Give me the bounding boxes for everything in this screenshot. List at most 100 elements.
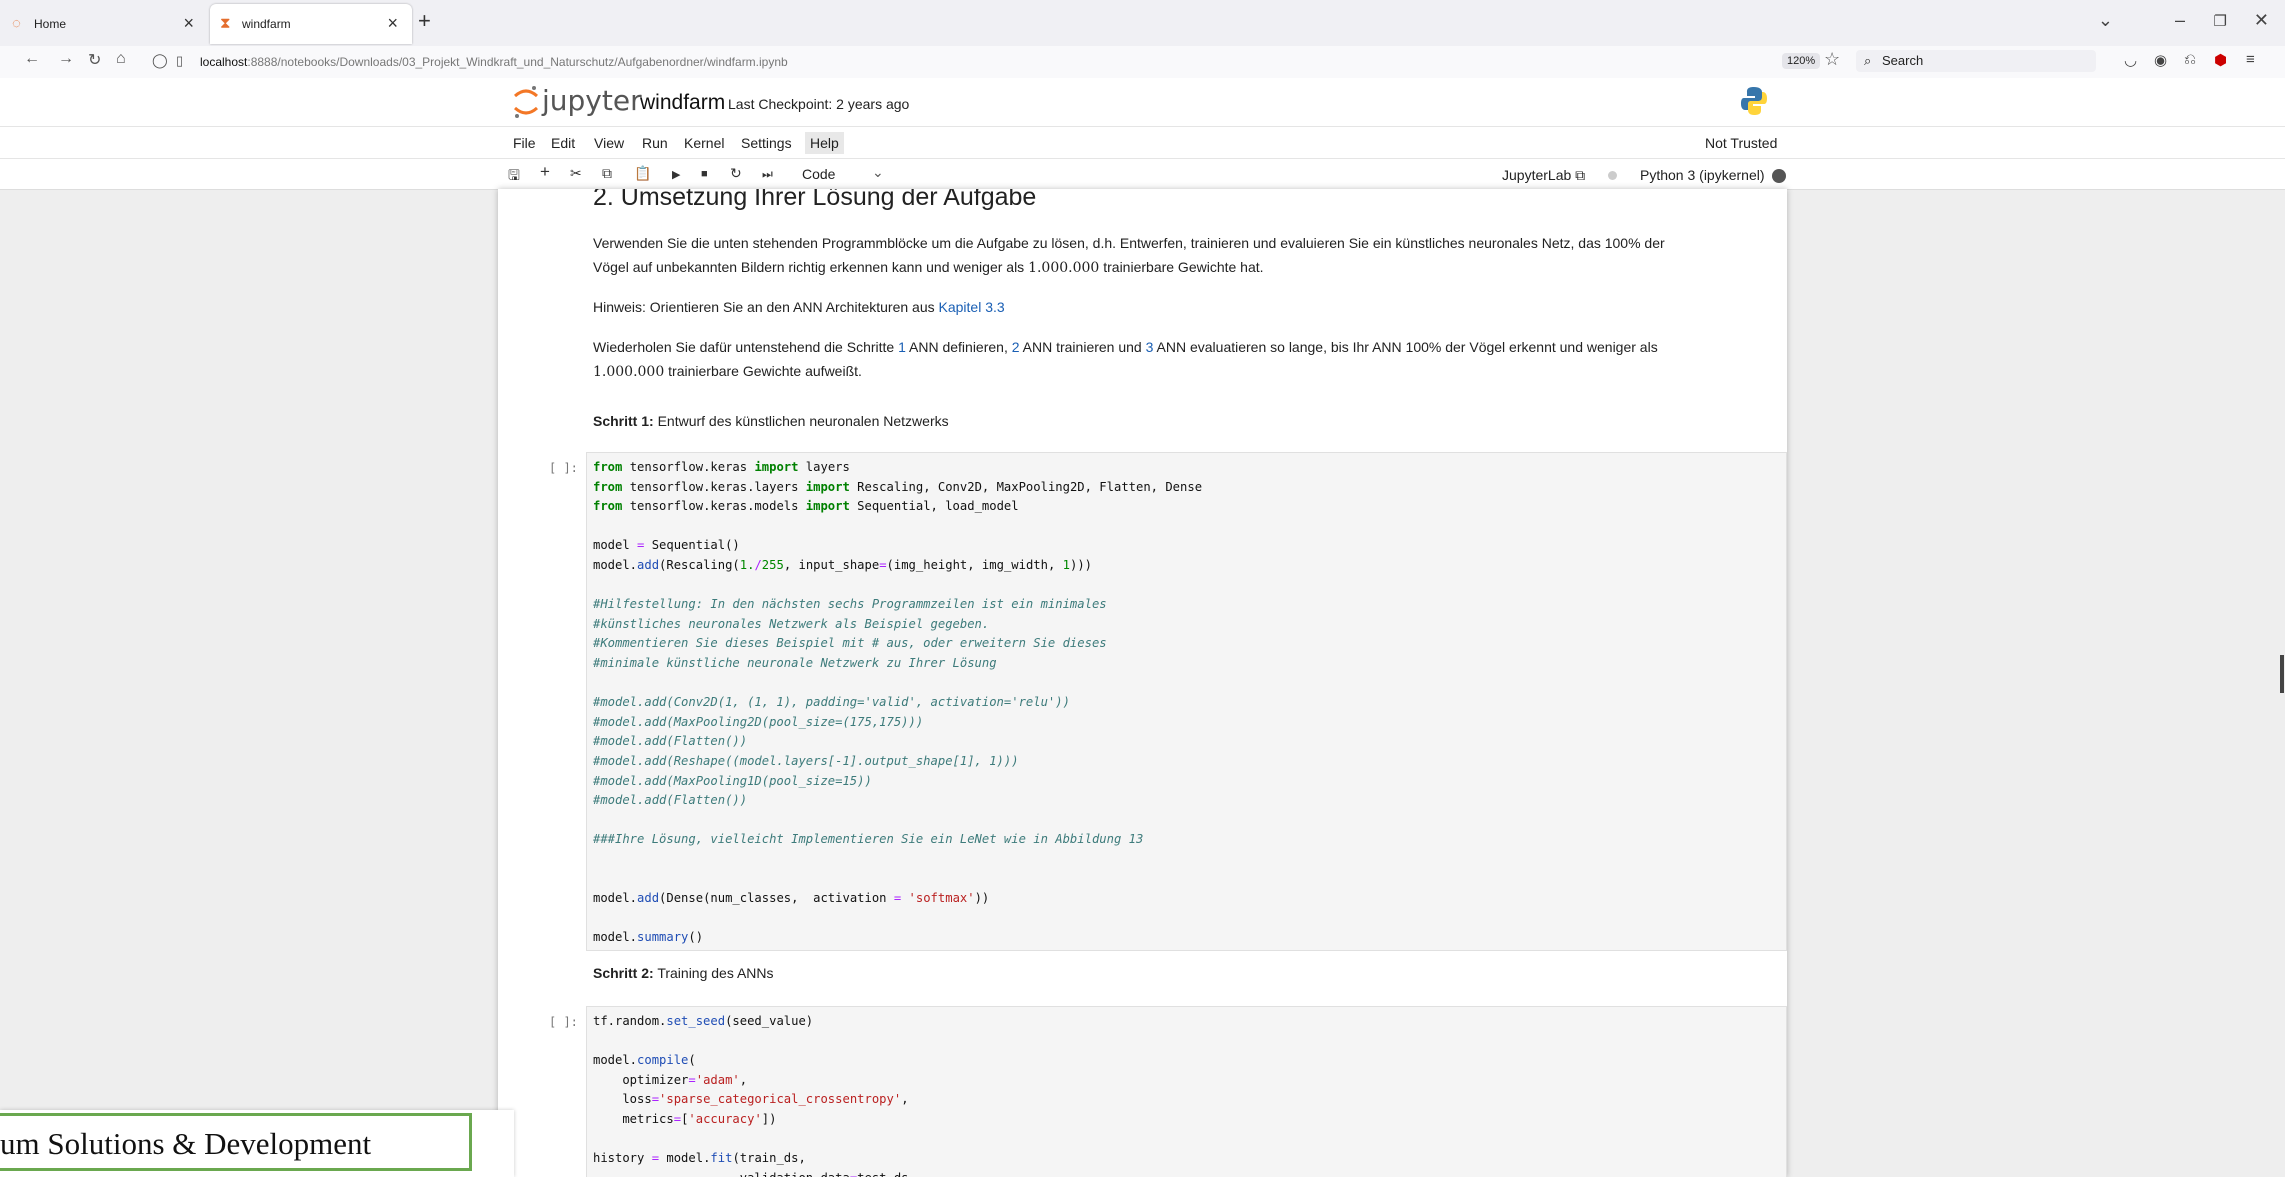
save-icon[interactable]: 🖫 [508, 165, 520, 189]
weight-limit: 1.000.000 [1028, 260, 1100, 276]
weight-limit: 1.000.000 [593, 364, 665, 380]
menu-bar: File Edit View Run Kernel Settings Help … [0, 126, 2285, 159]
list-all-tabs-icon[interactable]: ⌄ [2098, 10, 2113, 31]
trust-status[interactable]: Not Trusted [1705, 135, 1777, 151]
text: trainierbare Gewichte hat. [1099, 259, 1264, 275]
chevron-down-icon[interactable]: ⌄ [872, 164, 884, 181]
menu-run[interactable]: Run [642, 135, 668, 151]
add-cell-icon[interactable]: + [540, 162, 550, 182]
text: Vögel auf unbekannten Bildern richtig er… [593, 259, 1029, 275]
close-tab-icon[interactable]: × [387, 13, 398, 34]
notebook-toolbar: 🖫 + ✂ ⧉ 📋 ▶ ■ ↻ ⏭ Code ⌄ JupyterLab ⧉ Py… [0, 158, 2285, 189]
restart-icon[interactable]: ↻ [730, 165, 742, 182]
notebook-name[interactable]: windfarm [640, 91, 725, 115]
search-icon: ⌕ [1864, 53, 1872, 68]
settings-indicator-icon [1608, 171, 1617, 180]
menu-view[interactable]: View [594, 135, 624, 151]
section-heading: 2. Umsetzung Ihrer Lösung der Aufgabe [593, 189, 1037, 211]
url-path: :8888/notebooks/Downloads/03_Projekt_Win… [247, 55, 788, 69]
account-icon[interactable]: ◉ [2154, 51, 2167, 69]
python-logo-icon [1741, 87, 1767, 115]
chapter-link[interactable]: Kapitel 3.3 [939, 299, 1005, 315]
paragraph-steps-line1: Wiederholen Sie dafür untenstehend die S… [593, 339, 1658, 355]
url-bar[interactable]: localhost:8888/notebooks/Downloads/03_Pr… [200, 55, 788, 69]
jupyter-header: jupyter windfarm Last Checkpoint: 2 year… [0, 78, 2285, 190]
step-2-link[interactable]: 2 [1012, 339, 1020, 355]
hourglass-favicon-icon: ⧗ [220, 15, 231, 32]
stop-icon[interactable]: ■ [701, 168, 708, 180]
kernel-name[interactable]: Python 3 (ipykernel) [1640, 167, 1765, 183]
browser-tab-bar: ◌ Home × ⧗ windfarm × + ⌄ – ❐ ✕ [0, 0, 2285, 46]
text: ANN trainieren und [1019, 339, 1146, 355]
close-tab-icon[interactable]: × [183, 13, 194, 34]
overlay-banner: um Solutions & Development [0, 1110, 514, 1177]
menu-kernel[interactable]: Kernel [684, 135, 724, 151]
menu-help[interactable]: Help [805, 132, 844, 154]
code-cell-training[interactable]: tf.random.set_seed(seed_value) model.com… [586, 1006, 1787, 1177]
tab-home[interactable]: ◌ Home × [2, 4, 208, 44]
text: trainierbare Gewichte aufweißt. [664, 363, 862, 379]
page-icon[interactable]: ▯ [176, 53, 183, 69]
kernel-status-icon [1772, 169, 1786, 183]
step-2-heading: Schritt 2: Training des ANNs [593, 965, 774, 981]
notebook-page: 2. Umsetzung Ihrer Lösung der Aufgabe Ve… [498, 189, 1787, 1177]
cell-type-select[interactable]: Code [802, 166, 835, 182]
step-1-heading: Schritt 1: Entwurf des künstlichen neuro… [593, 413, 949, 429]
minimize-icon[interactable]: – [2175, 10, 2185, 31]
text: ANN evaluatieren so lange, bis Ihr ANN 1… [1153, 339, 1658, 355]
forward-icon[interactable]: → [58, 50, 74, 68]
close-window-icon[interactable]: ✕ [2254, 10, 2269, 31]
step-text: Training des ANNs [653, 965, 774, 981]
paste-icon[interactable]: 📋 [634, 165, 651, 182]
browser-nav-bar: ← → ↻ ⌂ ◯ ▯ localhost:8888/notebooks/Dow… [0, 46, 2285, 79]
jupyter-logo-icon[interactable] [512, 84, 540, 120]
text: ANN definieren, [905, 339, 1012, 355]
menu-file[interactable]: File [513, 135, 536, 151]
step-label: Schritt 1: [593, 413, 654, 429]
new-tab-icon[interactable]: + [418, 8, 431, 34]
step-text: Entwurf des künstlichen neuronalen Netzw… [653, 413, 949, 429]
code-cell-model-definition[interactable]: from tensorflow.keras import layers from… [586, 452, 1787, 951]
paragraph-task-line1: Verwenden Sie die unten stehenden Progra… [593, 235, 1665, 251]
tab-title: Home [34, 17, 67, 31]
search-box[interactable]: ⌕ Search [1856, 50, 2096, 72]
paragraph-steps-line2: 1.000.000 trainierbare Gewichte aufweißt… [593, 363, 862, 380]
home-icon[interactable]: ⌂ [116, 50, 126, 68]
zoom-level[interactable]: 120% [1782, 53, 1821, 69]
extensions-icon[interactable]: ⎌ [2184, 51, 2196, 68]
run-icon[interactable]: ▶ [672, 168, 680, 181]
fast-forward-icon[interactable]: ⏭ [762, 167, 773, 182]
scrollbar-thumb[interactable] [2280, 655, 2284, 693]
cell-prompt: [ ]: [549, 1015, 578, 1029]
ublock-icon[interactable]: ⬢ [2214, 51, 2227, 69]
text: Hinweis: Orientieren Sie an den ANN Arch… [593, 299, 939, 315]
copy-icon[interactable]: ⧉ [602, 165, 612, 182]
checkpoint-status: Last Checkpoint: 2 years ago [728, 96, 910, 112]
jupyterlab-link[interactable]: JupyterLab ⧉ [1502, 167, 1585, 184]
paragraph-task-line2: Vögel auf unbekannten Bildern richtig er… [593, 259, 1264, 276]
shield-icon[interactable]: ◯ [152, 52, 168, 69]
pocket-icon[interactable]: ◡ [2124, 51, 2137, 69]
paragraph-hint: Hinweis: Orientieren Sie an den ANN Arch… [593, 299, 1005, 315]
menu-settings[interactable]: Settings [741, 135, 792, 151]
url-host: localhost [200, 55, 248, 69]
jupyter-favicon-icon: ◌ [12, 15, 21, 32]
back-icon[interactable]: ← [24, 50, 40, 68]
jupyter-wordmark[interactable]: jupyter [542, 84, 642, 117]
banner-text: um Solutions & Development [0, 1126, 372, 1161]
external-link-icon: ⧉ [1575, 167, 1586, 183]
bookmark-star-icon[interactable]: ☆ [1824, 49, 1840, 70]
text: Wiederholen Sie dafür untenstehend die S… [593, 339, 899, 355]
cell-prompt: [ ]: [549, 461, 578, 475]
menu-icon[interactable]: ≡ [2246, 51, 2255, 68]
cut-icon[interactable]: ✂ [570, 165, 582, 182]
step-label: Schritt 2: [593, 965, 654, 981]
jupyterlab-label: JupyterLab [1502, 167, 1572, 183]
menu-edit[interactable]: Edit [551, 135, 575, 151]
tab-title: windfarm [242, 17, 291, 31]
reload-icon[interactable]: ↻ [88, 50, 101, 70]
search-placeholder: Search [1882, 53, 1924, 68]
tab-windfarm[interactable]: ⧗ windfarm × [210, 4, 412, 44]
restore-icon[interactable]: ❐ [2214, 12, 2227, 30]
step-1-link[interactable]: 1 [898, 339, 906, 355]
